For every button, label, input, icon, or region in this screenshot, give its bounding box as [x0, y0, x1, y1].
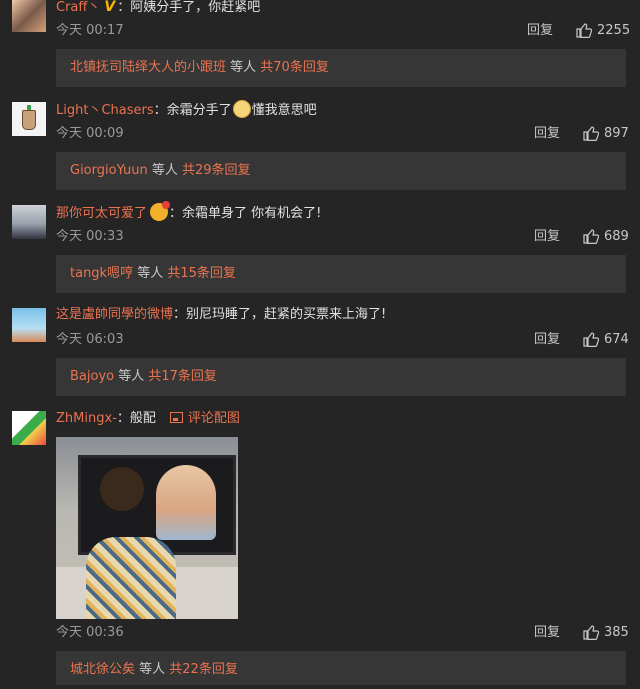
reply-users[interactable]: Bajoyo	[70, 369, 114, 384]
like-count: 385	[604, 625, 629, 640]
replies-bar[interactable]: GiorgioYuun 等人 共29条回复	[56, 152, 626, 190]
reply-middle-text: 等人	[147, 163, 183, 178]
reply-count-link[interactable]: 共17条回复	[148, 369, 217, 384]
avatar-cup	[22, 110, 36, 130]
comment-username[interactable]: Light丶Chasers	[56, 103, 154, 118]
comment-time: 今天 00:33	[56, 229, 124, 244]
cat-emoji-icon	[232, 100, 251, 118]
reply-users[interactable]: tangk嗯哼	[70, 266, 133, 281]
reply-middle-text: 等人	[114, 369, 149, 384]
verified-v-icon: V	[104, 0, 116, 15]
avatar[interactable]	[12, 0, 46, 32]
replies-bar[interactable]: tangk嗯哼 等人 共15条回复	[56, 255, 626, 293]
comment-text: ：余霜单身了 你有机会了!	[169, 206, 322, 221]
reply-count-link[interactable]: 共22条回复	[169, 662, 238, 677]
comment-meta: 今天 00:33 回复 689	[56, 228, 629, 246]
thumb-up-icon[interactable]	[583, 126, 599, 141]
avatar[interactable]	[12, 411, 46, 445]
dress-shape	[86, 537, 176, 619]
replies-bar[interactable]: 城北徐公矣 等人 共22条回复	[56, 651, 626, 685]
heart-face-emoji-icon	[150, 201, 171, 221]
comment-text: ：别尼玛睡了，赶紧的买票来上海了!	[173, 307, 387, 322]
comment-meta: 今天 06:03 回复 674	[56, 331, 629, 349]
replies-bar[interactable]: 北镇抚司陆绎大人的小跟班 等人 共70条回复	[56, 49, 626, 87]
thumb-up-icon[interactable]	[583, 332, 599, 347]
like-count: 674	[604, 332, 629, 347]
comment-meta: 今天 00:09 回复 897	[56, 125, 629, 143]
reply-count-link[interactable]: 共15条回复	[167, 266, 236, 281]
screen-face-shape	[156, 465, 216, 540]
comment-meta: 今天 00:17 回复 2255	[56, 22, 631, 40]
comment-time: 今天 06:03	[56, 332, 124, 347]
comment-line: Light丶Chasers：余霜分手了 懂我意思吧	[56, 100, 317, 120]
hair-shape	[100, 467, 144, 511]
comment-line: Craff丶 V ：阿姨分手了，你赶紧吧	[56, 0, 260, 17]
reply-middle-text: 等人	[226, 60, 261, 75]
reply-button[interactable]: 回复	[534, 228, 560, 246]
reply-button[interactable]: 回复	[534, 331, 560, 349]
comment-line: 那你可太可爱了 ：余霜单身了 你有机会了!	[56, 201, 322, 223]
comment-time: 今天 00:09	[56, 126, 124, 141]
reply-count-link[interactable]: 共70条回复	[260, 60, 329, 75]
replies-bar[interactable]: Bajoyo 等人 共17条回复	[56, 358, 626, 396]
person-shape	[86, 467, 176, 619]
reply-middle-text: 等人	[135, 662, 170, 677]
reply-button[interactable]: 回复	[534, 624, 560, 642]
thumb-up-icon[interactable]	[583, 229, 599, 244]
comment-username[interactable]: 这是盧帥同學的微博	[56, 307, 173, 322]
reply-middle-text: 等人	[133, 266, 168, 281]
comment-text: ：余霜分手了	[153, 103, 232, 118]
like-count: 897	[604, 126, 629, 141]
comment-meta: 今天 00:36 回复 385	[56, 624, 629, 642]
comment-text: ：阿姨分手了，你赶紧吧	[117, 0, 261, 15]
comment-image-link[interactable]: 评论配图	[188, 411, 240, 426]
reply-users[interactable]: GiorgioYuun	[70, 163, 148, 178]
comment-username[interactable]: ZhMingx-	[56, 411, 117, 426]
comment-username[interactable]: Craff丶	[56, 0, 100, 15]
comment-time: 今天 00:36	[56, 625, 124, 640]
comment-username[interactable]: 那你可太可爱了	[56, 206, 147, 221]
reply-users[interactable]: 北镇抚司陆绎大人的小跟班	[70, 60, 226, 75]
comment-time: 今天 00:17	[56, 23, 124, 38]
thumb-up-icon[interactable]	[583, 625, 599, 640]
avatar[interactable]	[12, 308, 46, 342]
like-count: 689	[604, 229, 629, 244]
comment-image[interactable]	[56, 437, 238, 619]
reply-button[interactable]: 回复	[534, 125, 560, 143]
thumb-up-icon[interactable]	[576, 23, 592, 38]
reply-button[interactable]: 回复	[527, 22, 553, 40]
picture-icon[interactable]	[169, 412, 183, 423]
comment-line: 这是盧帥同學的微博：别尼玛睡了，赶紧的买票来上海了!	[56, 306, 386, 324]
comment-text-after: 懂我意思吧	[251, 103, 317, 118]
avatar[interactable]	[12, 102, 46, 136]
reply-users[interactable]: 城北徐公矣	[70, 662, 135, 677]
comment-line: ZhMingx-：般配 评论配图	[56, 410, 240, 428]
avatar[interactable]	[12, 205, 46, 239]
comment-text: ：般配	[116, 411, 156, 426]
reply-count-link[interactable]: 共29条回复	[182, 163, 251, 178]
like-count: 2255	[597, 23, 631, 38]
